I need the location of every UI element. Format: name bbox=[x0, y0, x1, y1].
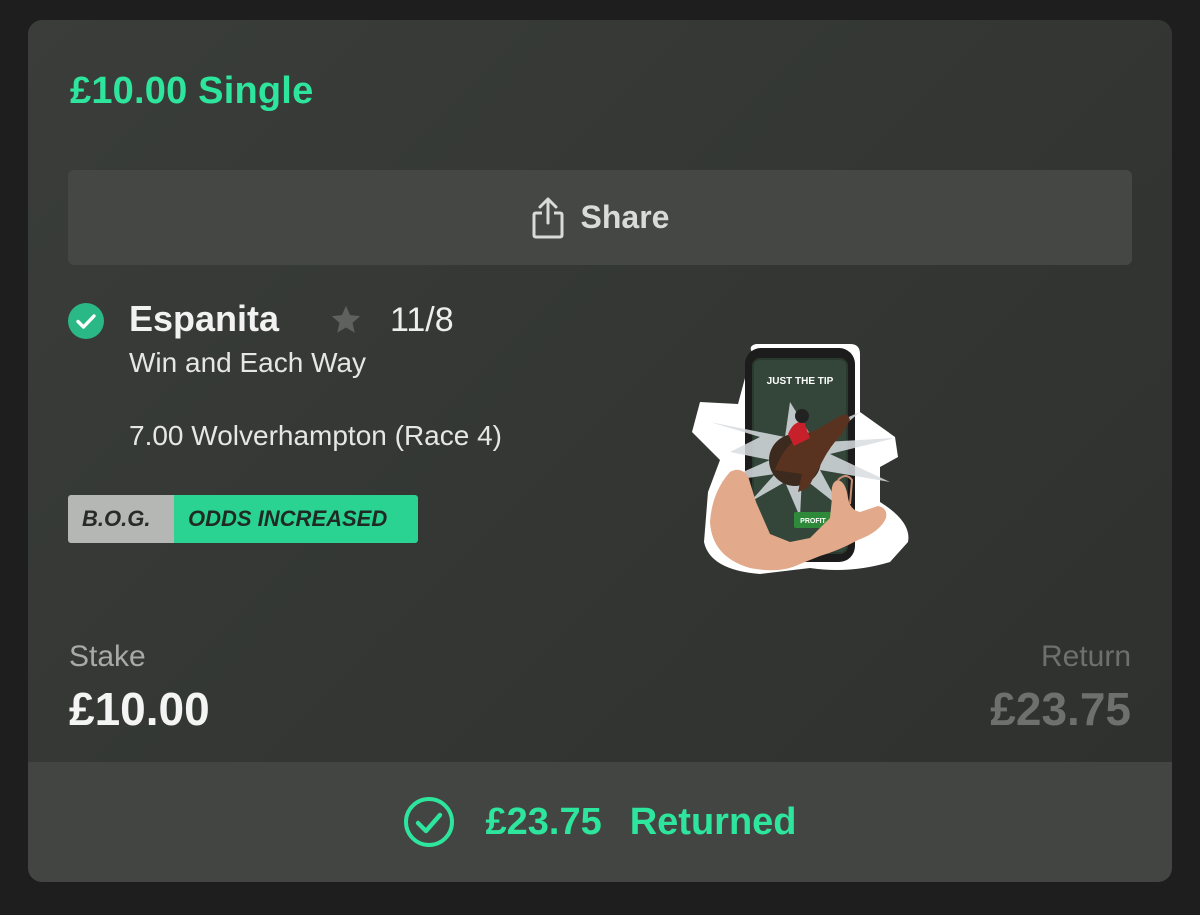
market-name: Win and Each Way bbox=[129, 347, 367, 378]
selection-odds: 11/8 bbox=[390, 301, 454, 339]
selection-name: Espanita bbox=[129, 298, 280, 339]
bet-title: £10.00 Single bbox=[70, 70, 314, 112]
share-icon bbox=[532, 197, 564, 238]
stake-value: £10.00 bbox=[69, 683, 210, 735]
returned-amount: £23.75 bbox=[485, 800, 602, 843]
bet-receipt-card: £10.00 Single Share Espanita 11/8 Win an… bbox=[28, 20, 1172, 882]
just-the-tip-sticker: JUST THE TIP PROFIT bbox=[692, 344, 909, 574]
share-button[interactable]: Share bbox=[68, 170, 1132, 265]
sticker-caption: JUST THE TIP bbox=[767, 376, 834, 387]
return-value: £23.75 bbox=[990, 683, 1131, 735]
promo-badge: B.O.G. ODDS INCREASED bbox=[68, 495, 418, 543]
share-label: Share bbox=[580, 199, 670, 235]
star-icon[interactable] bbox=[329, 303, 363, 337]
bog-badge: B.O.G. bbox=[68, 495, 174, 543]
return-label: Return bbox=[1040, 640, 1131, 673]
sticker-profit-button: PROFIT bbox=[800, 518, 826, 525]
event-name: 7.00 Wolverhampton (Race 4) bbox=[129, 420, 502, 451]
returned-status: Returned bbox=[629, 800, 797, 843]
bet-result-footer: £23.75 Returned bbox=[28, 762, 1172, 882]
check-circle-icon bbox=[68, 303, 104, 339]
check-circle-icon bbox=[404, 797, 455, 847]
stake-label: Stake bbox=[69, 640, 146, 673]
odds-increased-badge: ODDS INCREASED bbox=[174, 495, 418, 543]
